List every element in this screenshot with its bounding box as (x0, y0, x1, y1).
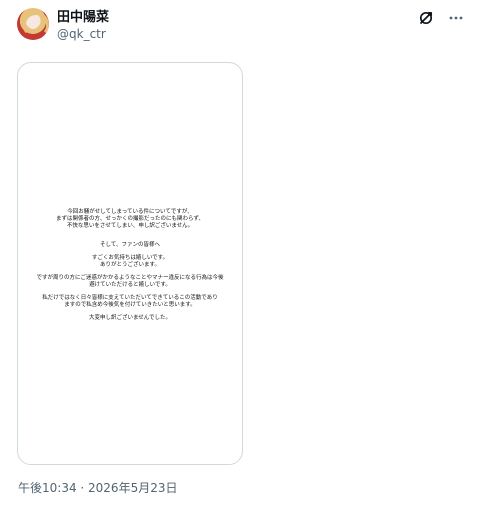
statement-text: 今回お騒がせしてしまっている件についてですが、 まずは関係者の方、せっかくの撮影… (18, 209, 242, 328)
statement-paragraph-2: そして、ファンの皆様へ (18, 242, 242, 249)
statement-line: まずは関係者の方、せっかくの撮影だったのにも関わらず、 (55, 216, 204, 222)
avatar[interactable] (17, 8, 49, 40)
statement-paragraph-3: すごくお気持ちは嬉しいです。 ありがとうございます。 (18, 255, 242, 269)
statement-line: すごくお気持ちは嬉しいです。 (91, 255, 169, 261)
statement-paragraph-1: 今回お騒がせしてしまっている件についてですが、 まずは関係者の方、せっかくの撮影… (18, 209, 242, 230)
statement-line: 大変申し訳ございませんでした。 (88, 315, 172, 321)
statement-paragraph-5: 私だけではなく日々皆様に支えていただいてできているこの活動であり ますので私含め… (18, 295, 242, 309)
grok-icon[interactable] (418, 10, 434, 26)
statement-line: 避けていただけると嬉しいです。 (89, 282, 171, 288)
statement-line: そして、ファンの皆様へ (99, 242, 161, 248)
user-handle[interactable]: @qk_ctr (57, 27, 106, 41)
post-timestamp[interactable]: 午後10:34 · 2026年5月23日 (18, 480, 177, 496)
statement-line: 今回お騒がせしてしまっている件についてですが、 (67, 209, 193, 215)
post-actions (418, 10, 464, 26)
statement-line: 私だけではなく日々皆様に支えていただいてできているこの活動であり (42, 295, 218, 301)
avatar-face (27, 16, 39, 29)
more-icon[interactable] (448, 10, 464, 26)
statement-line: ですが周りの方にご迷惑がかかるようなことやマナー違反になる行為は今後 (36, 275, 224, 281)
statement-line: 不快な思いをさせてしまい、申し訳ございません。 (66, 223, 194, 229)
statement-line: ますので私含め今後気を付けていきたいと思います。 (64, 302, 196, 308)
display-name[interactable]: 田中陽菜 (57, 10, 109, 26)
statement-line: ありがとうございます。 (100, 262, 160, 268)
statement-paragraph-6: 大変申し訳ございませんでした。 (18, 315, 242, 322)
statement-paragraph-4: ですが周りの方にご迷惑がかかるようなことやマナー違反になる行為は今後 避けていた… (18, 275, 242, 289)
attached-image[interactable]: 今回お騒がせしてしまっている件についてですが、 まずは関係者の方、せっかくの撮影… (17, 62, 243, 465)
